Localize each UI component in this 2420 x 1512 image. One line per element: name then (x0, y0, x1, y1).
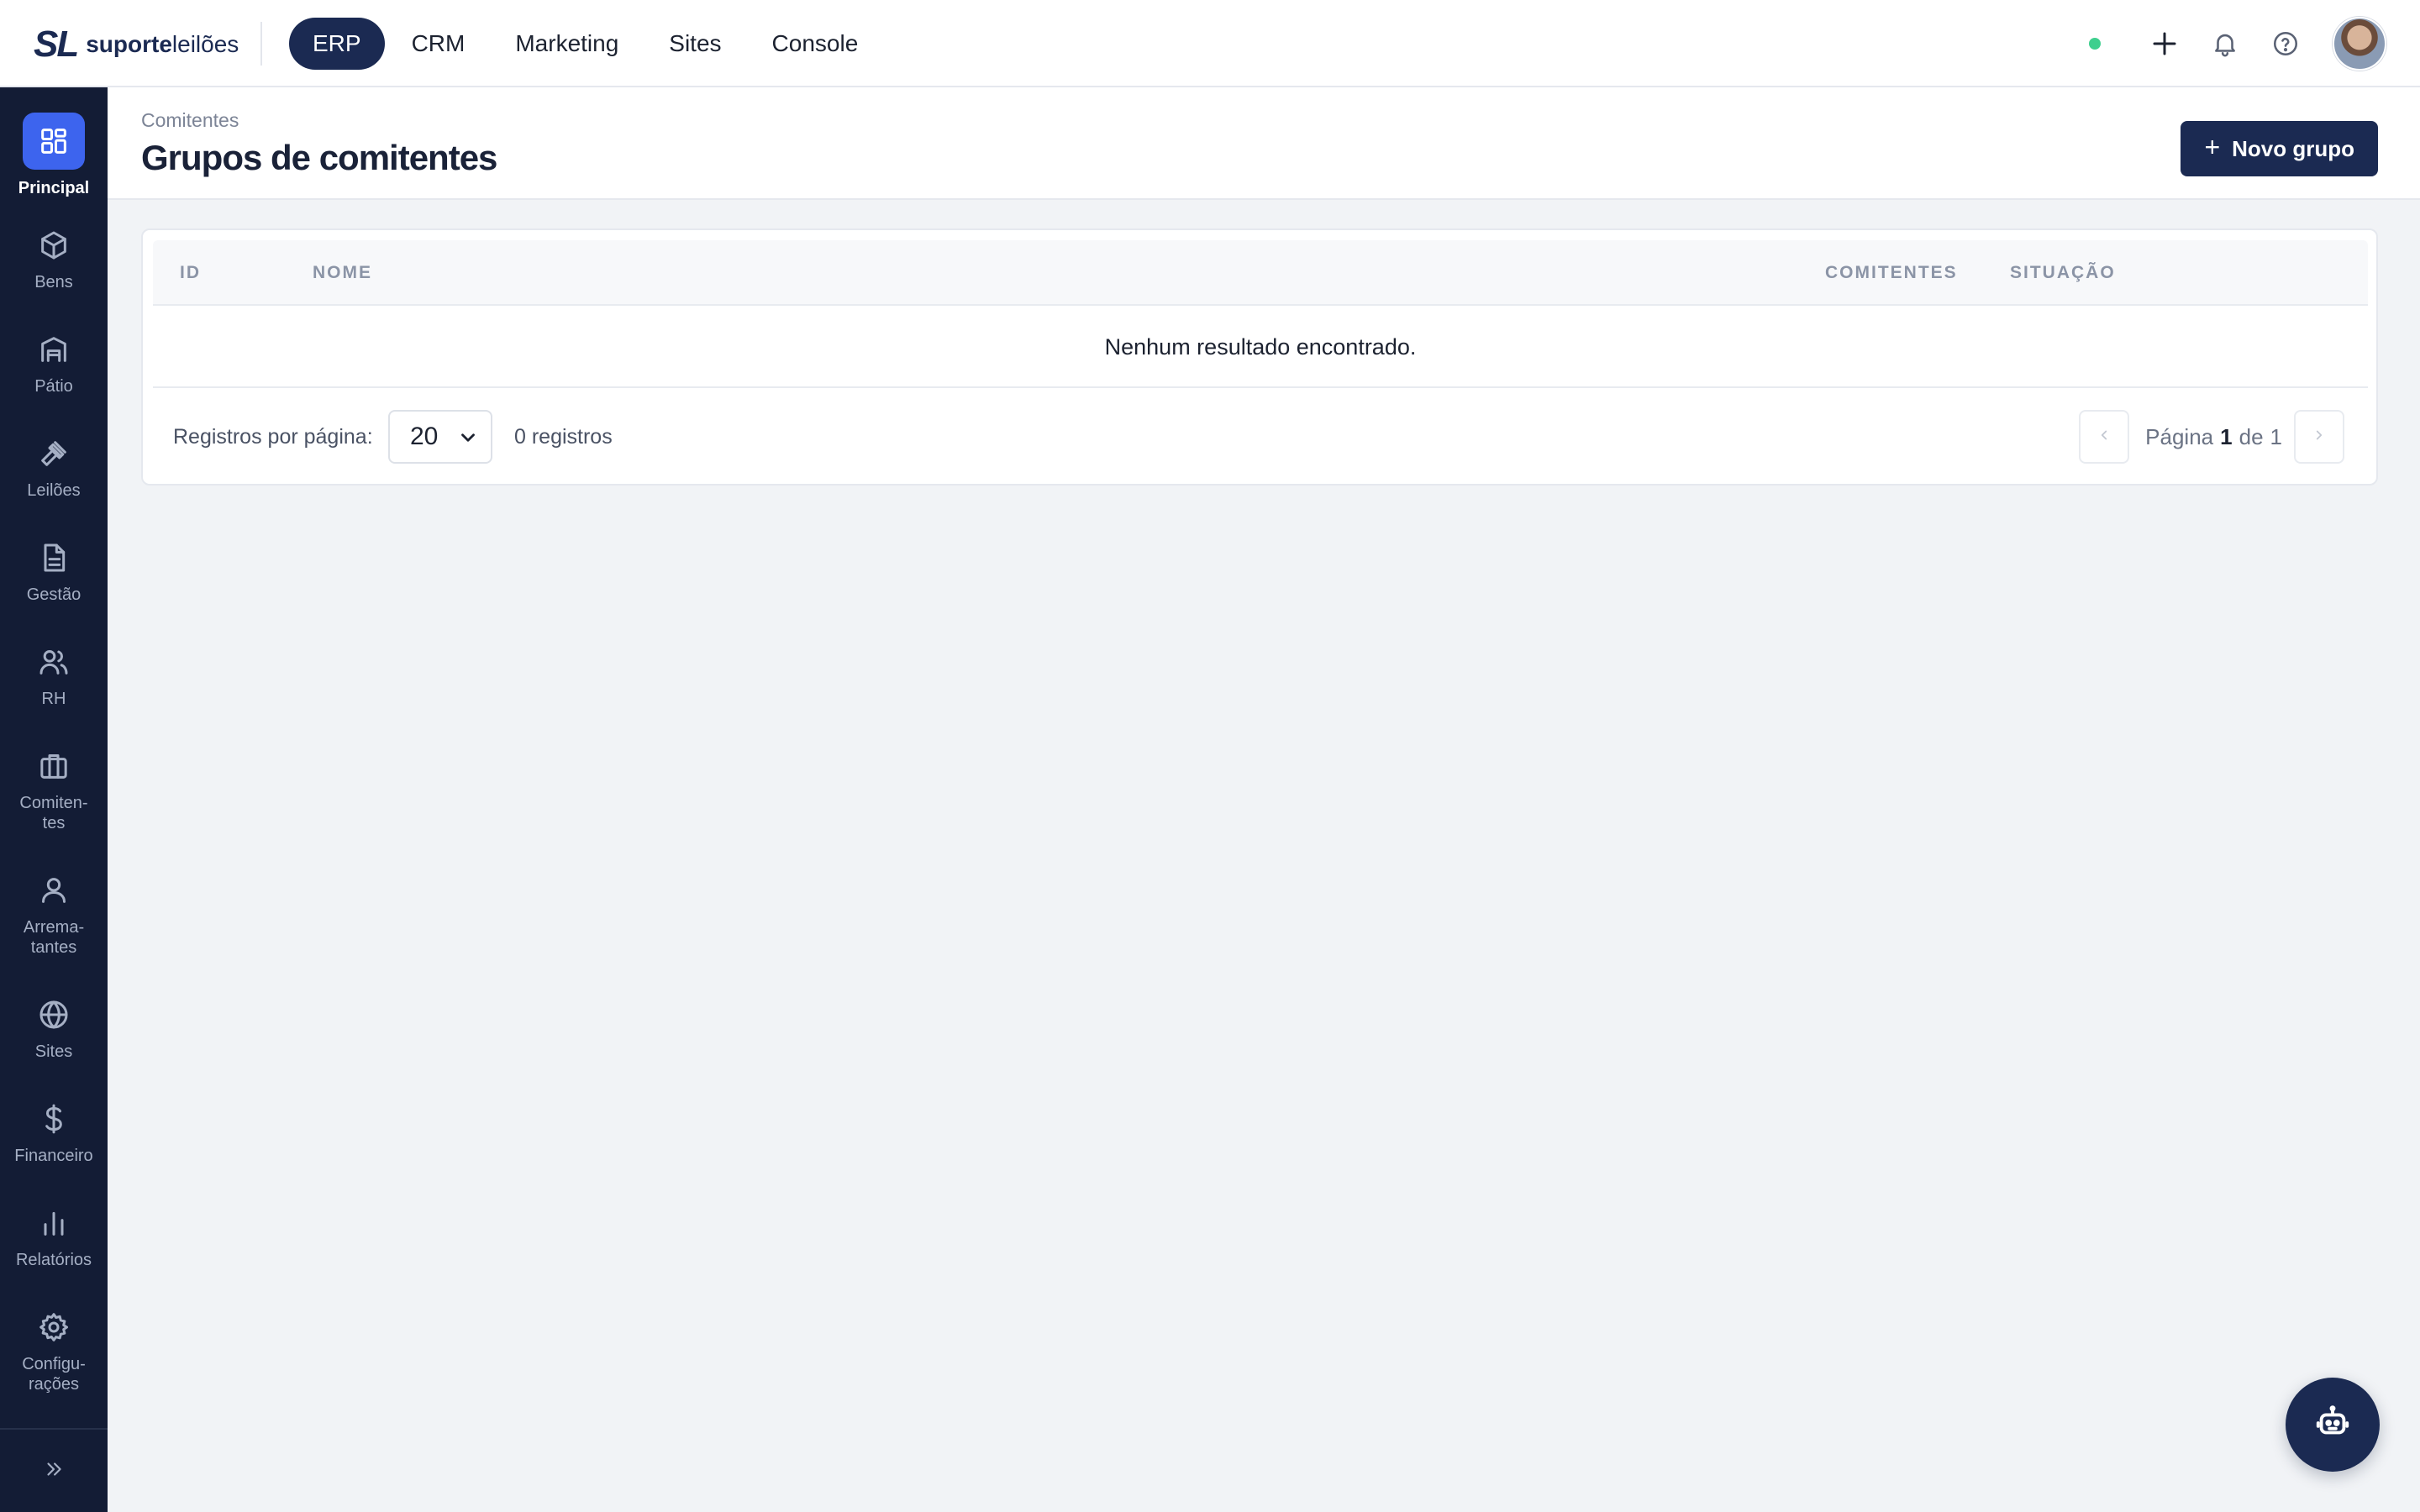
sidebar: Principal Bens Pátio Leilões Gestão RH C… (0, 87, 108, 1512)
new-group-label: Novo grupo (2232, 135, 2354, 161)
bar-chart-icon (34, 1203, 74, 1243)
tab-crm[interactable]: CRM (388, 18, 489, 70)
tab-marketing[interactable]: Marketing (492, 18, 642, 70)
logo-mark: SL (34, 24, 79, 65)
column-header-id[interactable]: ID (180, 240, 201, 306)
page-indicator: Página 1 de 1 (2145, 390, 2282, 484)
module-tabs: ERP CRM Marketing Sites Console (289, 18, 885, 70)
page-label: Página (2145, 423, 2214, 449)
avatar[interactable] (2333, 17, 2386, 71)
sidebar-item-configuracoes[interactable]: Configu- rações (0, 1307, 108, 1394)
sidebar-item-label: Configu- rações (22, 1355, 86, 1394)
sidebar-item-gestao[interactable]: Gestão (0, 538, 108, 605)
sidebar-item-label: Relatórios (15, 1251, 92, 1269)
dollar-icon (34, 1099, 74, 1139)
sidebar-item-label: Gestão (26, 585, 82, 604)
breadcrumb[interactable]: Comitentes (141, 109, 239, 132)
online-status-indicator (2089, 38, 2101, 50)
sidebar-collapse-button[interactable] (0, 1428, 108, 1512)
table-header: ID NOME COMITENTES SITUAÇÃO (153, 240, 2368, 306)
document-icon (34, 538, 74, 578)
chevrons-right-icon (43, 1458, 65, 1484)
new-group-button[interactable]: + Novo grupo (2181, 121, 2378, 176)
sidebar-item-patio[interactable]: Pátio (0, 329, 108, 396)
page-title: Grupos de comitentes (141, 138, 497, 177)
column-header-situacao[interactable]: SITUAÇÃO (2010, 240, 2116, 306)
tab-console[interactable]: Console (749, 18, 882, 70)
total-pages: 1 (2270, 423, 2282, 449)
current-page: 1 (2220, 423, 2233, 449)
previous-page-button[interactable] (2079, 410, 2129, 464)
sidebar-item-label: Principal (18, 179, 90, 197)
sidebar-item-label: Comiten- tes (19, 794, 88, 832)
sidebar-item-label: Leilões (27, 481, 81, 500)
sidebar-item-label: RH (41, 690, 66, 708)
sidebar-item-relatorios[interactable]: Relatórios (0, 1203, 108, 1270)
tab-sites[interactable]: Sites (645, 18, 744, 70)
sidebar-item-bens[interactable]: Bens (0, 225, 108, 292)
sidebar-item-label: Sites (34, 1042, 73, 1061)
sidebar-item-label: Arrema- tantes (23, 918, 85, 957)
dashboard-icon (23, 113, 85, 170)
pagination-bar: Registros por página: 20 0 registros Pág… (143, 390, 2376, 484)
page-header: Comitentes Grupos de comitentes + Novo g… (108, 87, 2420, 200)
divider (260, 22, 262, 66)
per-page-label: Registros por página: (173, 424, 373, 449)
chevron-left-icon (2096, 428, 2112, 447)
column-header-nome[interactable]: NOME (313, 240, 372, 306)
robot-icon (2313, 1404, 2352, 1446)
sidebar-item-sites[interactable]: Sites (0, 995, 108, 1062)
sidebar-item-arrematantes[interactable]: Arrema- tantes (0, 870, 108, 958)
next-page-button[interactable] (2294, 410, 2344, 464)
briefcase-icon (34, 746, 74, 786)
per-page-select[interactable]: 20 (388, 410, 492, 464)
plus-icon[interactable] (2144, 24, 2185, 64)
warehouse-icon (34, 329, 74, 370)
tab-erp[interactable]: ERP (289, 18, 385, 70)
sidebar-item-comitentes[interactable]: Comiten- tes (0, 746, 108, 833)
top-bar: SL suporteleilões ERP CRM Marketing Site… (0, 0, 2420, 87)
chevron-down-icon (457, 427, 479, 455)
plus-icon: + (2204, 132, 2221, 162)
per-page-value: 20 (410, 423, 439, 450)
sidebar-item-label: Bens (34, 273, 73, 291)
brand-logo[interactable]: SL suporteleilões (34, 24, 239, 66)
sidebar-item-label: Financeiro (14, 1147, 93, 1165)
sidebar-item-principal[interactable]: Principal (0, 113, 108, 198)
gavel-icon (34, 433, 74, 474)
of-label: de (2238, 423, 2264, 449)
gear-icon (34, 1307, 74, 1347)
users-icon (34, 642, 74, 682)
column-header-comitentes[interactable]: COMITENTES (1825, 240, 1958, 306)
brand-name: suporteleilões (86, 31, 239, 57)
sidebar-item-leiloes[interactable]: Leilões (0, 433, 108, 501)
chevron-right-icon (2312, 428, 2327, 447)
sidebar-item-financeiro[interactable]: Financeiro (0, 1099, 108, 1166)
records-count: 0 registros (514, 424, 613, 449)
box-icon (34, 225, 74, 265)
bell-icon[interactable] (2205, 24, 2245, 64)
sidebar-item-rh[interactable]: RH (0, 642, 108, 709)
empty-state-message: Nenhum resultado encontrado. (153, 307, 2368, 388)
top-actions (2089, 17, 2386, 71)
globe-icon (34, 995, 74, 1035)
help-icon[interactable] (2265, 24, 2306, 64)
user-icon (34, 870, 74, 911)
groups-table-card: ID NOME COMITENTES SITUAÇÃO Nenhum resul… (141, 228, 2378, 486)
assistant-bot-button[interactable] (2286, 1378, 2380, 1472)
sidebar-item-label: Pátio (34, 377, 73, 396)
